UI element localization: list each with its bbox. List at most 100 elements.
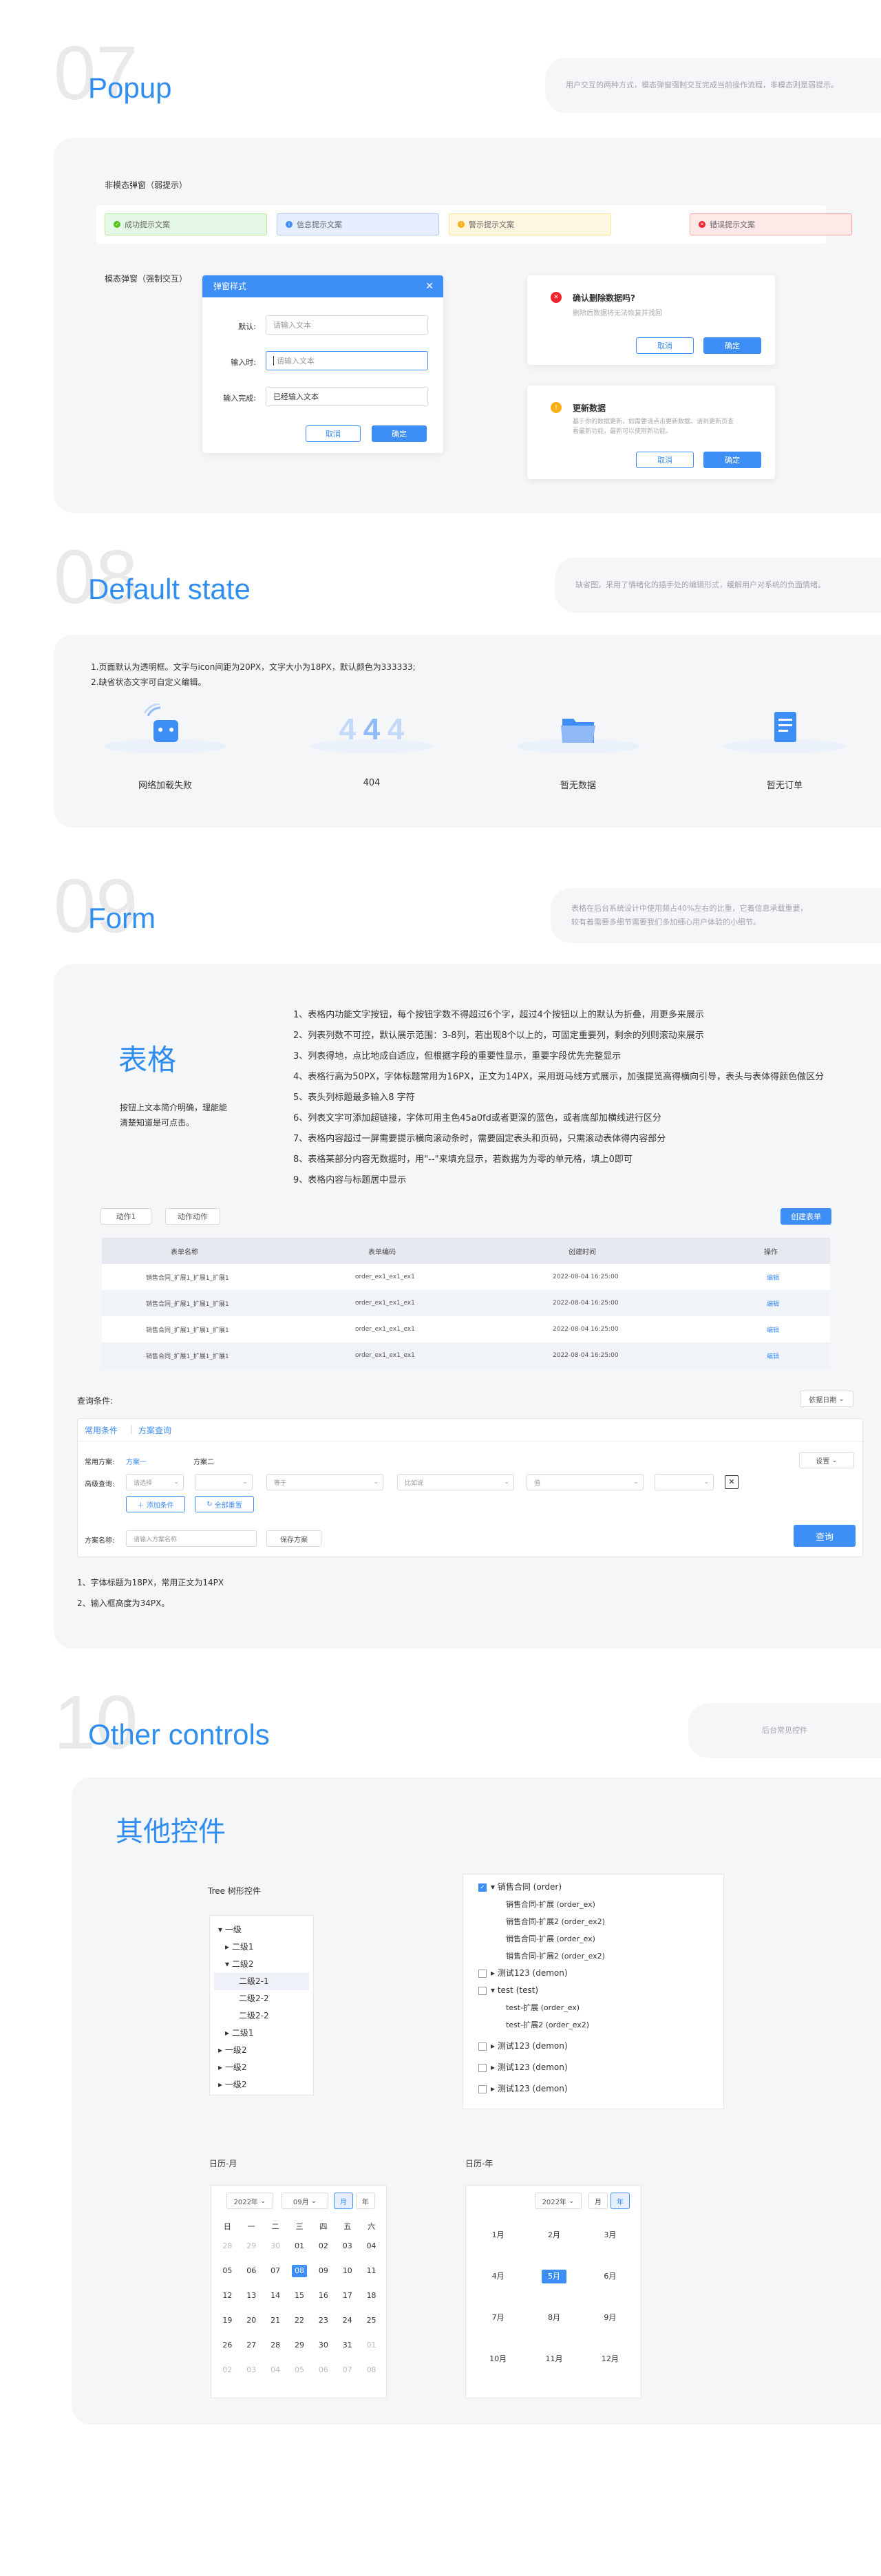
calendar-day[interactable]: 30 xyxy=(311,2333,335,2358)
calendar-day[interactable]: 03 xyxy=(240,2358,264,2383)
checkbox-icon[interactable] xyxy=(478,2084,487,2093)
check-node[interactable]: ▸ 测试123 (demon) xyxy=(478,1965,723,1982)
calendar-month[interactable]: 2月 xyxy=(526,2223,582,2248)
confirm-button[interactable]: 确定 xyxy=(703,452,761,468)
checkbox-icon[interactable] xyxy=(478,2042,487,2051)
calendar-day-selected[interactable]: 08 xyxy=(288,2259,312,2283)
focused-input[interactable]: 请输入文本 xyxy=(266,351,428,370)
settings-button[interactable]: 设置 ⌄ xyxy=(799,1452,854,1468)
edit-link[interactable]: 编辑 xyxy=(767,1299,779,1308)
calendar-day[interactable]: 05 xyxy=(215,2259,240,2283)
calendar-day[interactable]: 04 xyxy=(359,2234,383,2259)
calendar-day[interactable]: 06 xyxy=(240,2259,264,2283)
edit-link[interactable]: 编辑 xyxy=(767,1273,779,1282)
year-mode-button[interactable]: 年 xyxy=(356,2193,375,2209)
calendar-day[interactable]: 14 xyxy=(264,2283,288,2308)
calendar-day[interactable]: 06 xyxy=(311,2358,335,2383)
tree-node[interactable]: ▸ 二级1 xyxy=(214,1939,309,1956)
calendar-day[interactable]: 15 xyxy=(288,2283,312,2308)
checkbox-icon[interactable] xyxy=(478,1969,487,1978)
calendar-month[interactable]: 5月 xyxy=(526,2264,582,2289)
check-node[interactable]: ▸ 测试123 (demon) xyxy=(478,2080,723,2098)
month-mode-button[interactable]: 月 xyxy=(334,2193,353,2209)
tree-node[interactable]: ▾ 一级 xyxy=(214,1921,309,1939)
calendar-day[interactable]: 31 xyxy=(335,2333,359,2358)
calendar-day[interactable]: 08 xyxy=(359,2358,383,2383)
reset-button[interactable]: ↻ 全部重置 xyxy=(195,1496,254,1512)
calendar-day[interactable]: 28 xyxy=(264,2333,288,2358)
calendar-day[interactable]: 22 xyxy=(288,2308,312,2333)
calendar-day[interactable]: 07 xyxy=(335,2358,359,2383)
calendar-day[interactable]: 17 xyxy=(335,2283,359,2308)
check-node[interactable]: test-扩展2 (order_ex2) xyxy=(478,2016,723,2034)
check-node[interactable]: ✓ ▾ 销售合同 (order) xyxy=(478,1879,723,1896)
calendar-day[interactable]: 10 xyxy=(335,2259,359,2283)
cond-select[interactable]: 等于 ⌄ xyxy=(266,1474,383,1490)
cancel-button[interactable]: 取消 xyxy=(636,337,694,354)
plan-1[interactable]: 方案一 xyxy=(126,1456,147,1466)
calendar-day[interactable]: 04 xyxy=(264,2358,288,2383)
confirm-button[interactable]: 确定 xyxy=(372,425,427,442)
calendar-month[interactable]: 9月 xyxy=(582,2305,638,2330)
tree-node[interactable]: ▸ 一级2 xyxy=(214,2076,309,2093)
calendar-day[interactable]: 29 xyxy=(240,2234,264,2259)
tree-node[interactable]: ▾ 二级2 xyxy=(214,1956,309,1973)
save-plan-button[interactable]: 保存方案 xyxy=(266,1530,321,1547)
year-select[interactable]: 2022年 ⌄ xyxy=(226,2193,273,2209)
tree-node[interactable]: 二级2-2 xyxy=(214,1990,309,2007)
calendar-day[interactable]: 13 xyxy=(240,2283,264,2308)
add-condition-button[interactable]: ＋ 添加条件 xyxy=(126,1496,185,1512)
action-2-button[interactable]: 动作动作 xyxy=(165,1208,220,1225)
edit-link[interactable]: 编辑 xyxy=(767,1325,779,1334)
calendar-month[interactable]: 4月 xyxy=(470,2264,526,2289)
remove-icon[interactable]: ✕ xyxy=(725,1475,739,1489)
calendar-day[interactable]: 05 xyxy=(288,2358,312,2383)
check-node[interactable]: ▸ 测试123 (demon) xyxy=(478,2059,723,2076)
checkbox-icon[interactable] xyxy=(478,1986,487,1995)
scheme-input[interactable]: 请输入方案名称 xyxy=(126,1530,257,1547)
edit-link[interactable]: 编辑 xyxy=(767,1351,779,1360)
calendar-month[interactable]: 7月 xyxy=(470,2305,526,2330)
calendar-day[interactable]: 24 xyxy=(335,2308,359,2333)
month-mode-button[interactable]: 月 xyxy=(588,2193,608,2209)
calendar-month[interactable]: 10月 xyxy=(470,2347,526,2372)
calendar-day[interactable]: 18 xyxy=(359,2283,383,2308)
confirm-button[interactable]: 确定 xyxy=(703,337,761,354)
year-mode-button[interactable]: 年 xyxy=(611,2193,630,2209)
check-node[interactable]: 销售合同-扩展2 (order_ex2) xyxy=(478,1913,723,1930)
plan-2[interactable]: 方案二 xyxy=(193,1456,214,1466)
calendar-month[interactable]: 6月 xyxy=(582,2264,638,2289)
calendar-day[interactable]: 01 xyxy=(359,2333,383,2358)
tree-node[interactable]: ▸ 一级2 xyxy=(214,2059,309,2076)
tree-node[interactable]: 二级2-2 xyxy=(214,2007,309,2025)
tree-node[interactable]: ▸ 二级1 xyxy=(214,2025,309,2042)
create-form-button[interactable]: 创建表单 xyxy=(781,1208,831,1225)
check-node[interactable]: 销售合同-扩展2 (order_ex2) xyxy=(478,1947,723,1965)
calendar-month[interactable]: 8月 xyxy=(526,2305,582,2330)
tab-plan[interactable]: 方案查询 xyxy=(138,1424,171,1436)
check-node[interactable]: ▾ test (test) xyxy=(478,1982,723,1999)
tree-node-selected[interactable]: 二级2-1 xyxy=(214,1973,309,1990)
cond-select[interactable]: 请选择 ⌄ xyxy=(126,1474,184,1490)
calendar-day[interactable]: 28 xyxy=(215,2234,240,2259)
calendar-month[interactable]: 11月 xyxy=(526,2347,582,2372)
year-select[interactable]: 2022年 ⌄ xyxy=(535,2193,582,2209)
calendar-day[interactable]: 01 xyxy=(288,2234,312,2259)
check-node[interactable]: 销售合同-扩展 (order_ex) xyxy=(478,1896,723,1913)
close-icon[interactable]: ✕ xyxy=(425,275,434,297)
calendar-day[interactable]: 12 xyxy=(215,2283,240,2308)
action-1-button[interactable]: 动作1 xyxy=(100,1208,151,1225)
calendar-day[interactable]: 25 xyxy=(359,2308,383,2333)
calendar-day[interactable]: 26 xyxy=(215,2333,240,2358)
calendar-day[interactable]: 29 xyxy=(288,2333,312,2358)
calendar-day[interactable]: 09 xyxy=(311,2259,335,2283)
calendar-month[interactable]: 1月 xyxy=(470,2223,526,2248)
cancel-button[interactable]: 取消 xyxy=(636,452,694,468)
calendar-day[interactable]: 23 xyxy=(311,2308,335,2333)
cond-select[interactable]: ⌄ xyxy=(195,1474,253,1490)
month-select[interactable]: 09月 ⌄ xyxy=(282,2193,328,2209)
search-button[interactable]: 查询 xyxy=(794,1525,856,1547)
cancel-button[interactable]: 取消 xyxy=(306,425,361,442)
default-input[interactable]: 请输入文本 xyxy=(266,315,428,335)
calendar-day[interactable]: 19 xyxy=(215,2308,240,2333)
